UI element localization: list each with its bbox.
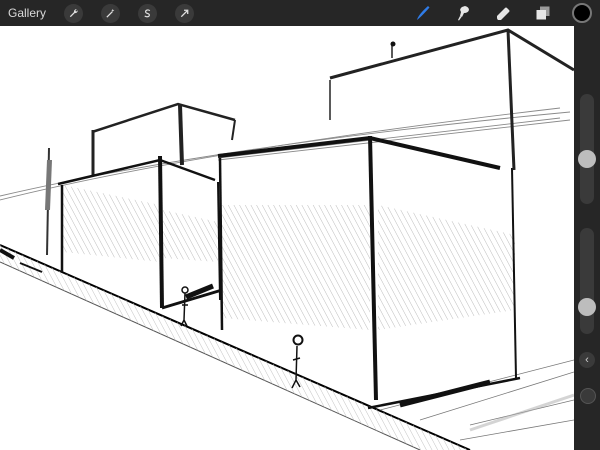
modify-button[interactable] — [580, 388, 596, 404]
transform-button[interactable] — [175, 3, 195, 23]
adjustments-button[interactable] — [101, 3, 121, 23]
tool-group — [394, 0, 592, 26]
selection-s-icon — [144, 8, 151, 17]
actions-button[interactable] — [64, 3, 84, 23]
brush-size-thumb[interactable] — [578, 150, 596, 168]
smudge-icon — [458, 6, 469, 21]
eraser-tool[interactable] — [492, 2, 514, 24]
layers-tool[interactable] — [532, 2, 554, 24]
transform-arrow-icon — [180, 9, 189, 17]
chevron-left-icon[interactable]: ‹ — [579, 352, 595, 368]
eraser-icon — [497, 7, 510, 20]
brush-opacity-thumb[interactable] — [578, 298, 596, 316]
gallery-button[interactable]: Gallery — [8, 6, 46, 20]
brush-icon — [417, 6, 430, 20]
color-picker-button[interactable] — [572, 3, 592, 23]
selection-button[interactable] — [138, 3, 158, 23]
brush-size-slider[interactable] — [578, 94, 596, 204]
smudge-tool[interactable] — [452, 2, 474, 24]
top-toolbar: Gallery — [0, 0, 600, 26]
drawing-canvas[interactable] — [0, 26, 574, 450]
brush-opacity-slider[interactable] — [578, 228, 596, 334]
right-sidebar: ‹ — [574, 26, 600, 450]
street-sketch — [0, 28, 574, 450]
magic-wand-icon — [106, 8, 115, 18]
wrench-icon — [69, 8, 78, 17]
brush-tool[interactable] — [412, 2, 434, 24]
layers-icon — [536, 6, 550, 20]
procreate-app: Gallery ‹ — [0, 0, 600, 450]
